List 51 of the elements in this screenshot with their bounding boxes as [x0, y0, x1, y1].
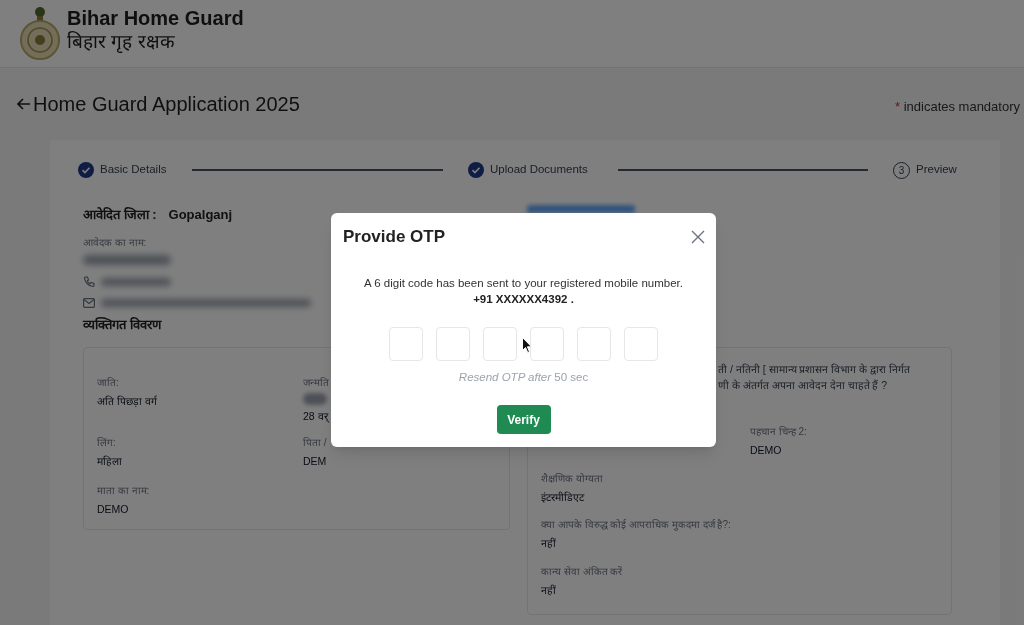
site-subtitle: बिहार गृह रक्षक [67, 30, 175, 54]
otp-digit-field[interactable] [483, 327, 517, 361]
step-label: Preview [916, 162, 957, 178]
otp-digit-field[interactable] [530, 327, 564, 361]
back-button[interactable] [17, 97, 31, 111]
close-icon [691, 230, 705, 244]
site-title: Bihar Home Guard [67, 6, 244, 30]
dialog-title: Provide OTP [343, 226, 446, 248]
field-label: शैक्षणिक योग्यता [541, 472, 603, 486]
field-label: माता का नाम: [97, 484, 150, 498]
step-label: Basic Details [100, 162, 167, 178]
field-label: आवेदक का नाम: [83, 236, 147, 250]
phone-icon [83, 276, 95, 288]
step-label: Upload Documents [490, 162, 588, 178]
question-text: णी के अंतर्गत अपना आवेदन देना चाहते हैं ? [718, 378, 888, 393]
otp-digit-field[interactable] [577, 327, 611, 361]
section-heading: व्यक्तिगत विवरण [83, 316, 161, 334]
field-label: पिता / [303, 436, 327, 450]
verify-button[interactable]: Verify [496, 405, 551, 434]
field-value: महिला [97, 454, 122, 469]
field-value: 28 वर् [303, 409, 328, 424]
field-label: लिंग: [97, 436, 116, 450]
mouse-pointer-icon [522, 337, 532, 353]
field-label: जन्मति [303, 376, 329, 390]
resend-timer: Resend OTP after 50 sec [458, 370, 589, 385]
mandatory-note: * indicates mandatory [895, 98, 1020, 117]
field-label: जाति: [97, 376, 119, 390]
field-value: नहीं [541, 583, 556, 598]
back-arrow-icon [17, 98, 31, 110]
otp-digit-field[interactable] [389, 327, 423, 361]
field-label: कान्य सेवा अंकित करें [541, 565, 623, 579]
question-text: ती / नतिनी [ सामान्य प्रशासन विभाग के द्वारा निर्गत [718, 362, 911, 377]
page-title: Home Guard Application 2025 [33, 92, 300, 117]
otp-digit-field[interactable] [436, 327, 470, 361]
otp-message: A 6 digit code has been sent to your registered mobile number. [363, 276, 684, 291]
district-value: Gopalganj [168, 206, 233, 225]
field-value: DEM [303, 454, 327, 469]
field-value: DEMO [97, 502, 129, 517]
field-value: इंटरमीडिएट [541, 490, 584, 505]
mail-icon [83, 298, 95, 308]
field-value: अति पिछड़ा वर्ग [97, 394, 157, 409]
district-label: आवेदित जिला : [83, 206, 157, 225]
field-value: नहीं [541, 536, 556, 551]
otp-digit-field[interactable] [624, 327, 658, 361]
blurred-text [101, 278, 171, 286]
field-label: पहचान चिन्ह 2: [750, 425, 807, 439]
emblem-logo [20, 6, 60, 60]
close-button[interactable] [689, 228, 707, 246]
field-label: क्या आपके विरुद्ध कोई आपराधिक मुकदमा दर्ज है?: [541, 518, 731, 532]
field-value: DEMO [750, 443, 782, 458]
phone-number: +91 XXXXXX4392 . [472, 292, 575, 307]
